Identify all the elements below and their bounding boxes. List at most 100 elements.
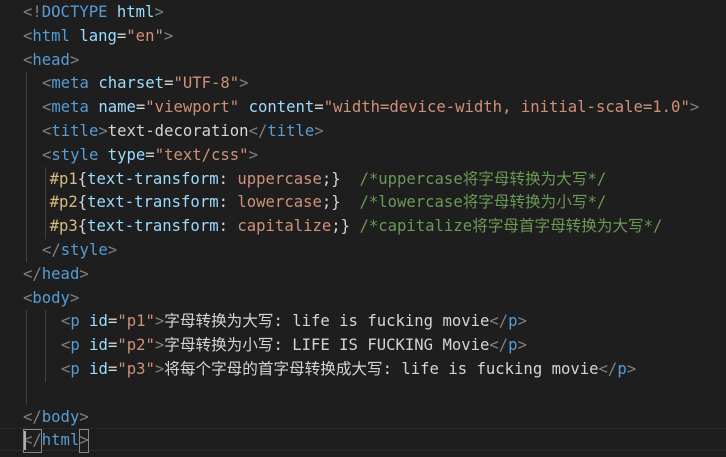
code-token: </	[248, 122, 268, 140]
code-token: </	[489, 312, 509, 331]
code-token: head	[32, 50, 70, 69]
code-line[interactable]: </body>	[0, 406, 726, 430]
code-token: <	[61, 360, 71, 378]
code-token: text-decoration	[107, 122, 249, 140]
code-line[interactable]: <!DOCTYPE html>	[0, 1, 726, 25]
code-token: >	[154, 312, 165, 331]
code-editor[interactable]: <!DOCTYPE html> <html lang="en"> <head> <me…	[0, 0, 726, 457]
code-token: p	[70, 360, 80, 378]
code-token: ;}	[321, 193, 341, 212]
code-token: id	[89, 312, 108, 331]
code-token: >	[98, 122, 108, 140]
code-token: </	[42, 241, 61, 259]
code-token: capitalize	[237, 217, 332, 236]
code-line[interactable]	[0, 382, 726, 406]
code-line[interactable]: </head>	[0, 263, 726, 287]
code-line[interactable]: #p1{text-transform: uppercase;} /*upperc…	[0, 168, 726, 192]
code-token: =	[107, 360, 118, 378]
code-token: text-transform	[87, 217, 219, 236]
code-token: <	[42, 74, 52, 93]
code-line[interactable]: <body>	[0, 287, 726, 311]
code-line[interactable]: <head>	[0, 49, 726, 73]
code-line[interactable]: <p id="p2">字母转换为小写: LIFE IS FUCKING Movi…	[0, 334, 726, 358]
code-token: <	[23, 50, 33, 69]
code-token: =	[107, 336, 118, 355]
code-token: <	[42, 145, 52, 164]
code-line[interactable]: </html>	[0, 429, 726, 454]
code-token: charset	[98, 74, 165, 93]
code-token: text-transform	[87, 169, 219, 188]
code-token: >	[689, 98, 700, 117]
code-token: uppercase	[237, 169, 322, 188]
code-token: >	[626, 360, 637, 378]
matched-bracket: >	[79, 429, 89, 454]
code-token: =	[116, 26, 127, 45]
code-token: "p1"	[117, 312, 155, 331]
code-line[interactable]: <title>text-decoration</title>	[0, 120, 726, 144]
code-token: lowercase	[237, 193, 322, 212]
code-token: body	[32, 288, 70, 307]
code-token: p	[70, 336, 80, 355]
code-token: >	[154, 336, 165, 355]
code-token: {	[77, 217, 88, 236]
code-token: title	[267, 122, 315, 140]
code-line[interactable]: #p2{text-transform: lowercase;} /*lowerc…	[0, 191, 726, 215]
code-token: style	[60, 241, 108, 259]
code-token: ;}	[331, 217, 351, 236]
code-token: >	[69, 50, 80, 69]
code-token: </	[23, 264, 42, 283]
code-line[interactable]: <p id="p3">将每个字母的首字母转换成大写: life is fucki…	[0, 358, 726, 382]
code-line[interactable]: <meta charset="UTF-8">	[0, 72, 726, 96]
code-line[interactable]: #p3{text-transform: capitalize;} /*capit…	[0, 215, 726, 239]
code-line[interactable]: <meta name="viewport" content="width=dev…	[0, 96, 726, 120]
code-token: 将每个字母的首字母转换成大写: life is fucking movie	[164, 360, 599, 378]
code-token: >	[314, 122, 324, 140]
code-token: "width=device-width, initial-scale=1.0"	[323, 98, 690, 117]
code-token: id	[89, 360, 108, 378]
code-token: >	[79, 264, 89, 283]
code-token: >	[79, 407, 89, 426]
code-token: {	[77, 193, 88, 212]
code-token: >	[154, 360, 165, 378]
code-token: >	[163, 26, 174, 45]
code-token: body	[41, 407, 80, 426]
code-token: >	[517, 336, 527, 355]
code-token: <	[23, 288, 33, 307]
code-token: title	[51, 122, 99, 140]
code-token: >	[517, 312, 527, 331]
code-line[interactable]: </style>	[0, 239, 726, 263]
code-token: name	[98, 98, 136, 117]
text-cursor	[24, 431, 26, 450]
code-token: <	[61, 336, 71, 355]
code-token: p	[508, 312, 518, 331]
code-token: >	[69, 288, 80, 307]
code-token: =	[314, 98, 324, 117]
code-token: content	[248, 98, 315, 117]
code-line[interactable]: <html lang="en">	[0, 25, 726, 49]
code-line[interactable]: <style type="text/css">	[0, 144, 726, 168]
code-line[interactable]: <p id="p1">字母转换为大写: life is fucking movi…	[0, 310, 726, 334]
code-token: html	[41, 431, 80, 450]
code-token: =	[135, 98, 146, 117]
code-token: </	[489, 336, 509, 355]
code-token: head	[41, 264, 80, 283]
code-token: p	[508, 336, 518, 355]
code-token: /*capitalize将字母首字母转换为大写*/	[359, 217, 663, 236]
code-token: </	[23, 407, 42, 426]
code-token: text-transform	[87, 193, 219, 212]
code-token: type	[107, 145, 146, 164]
code-token: <	[42, 98, 52, 117]
code-token: #p2	[49, 193, 78, 212]
code-token: DOCTYPE	[41, 3, 108, 21]
code-token: "p3"	[117, 360, 155, 378]
code-token: {	[77, 169, 88, 188]
code-token: meta	[51, 74, 89, 93]
